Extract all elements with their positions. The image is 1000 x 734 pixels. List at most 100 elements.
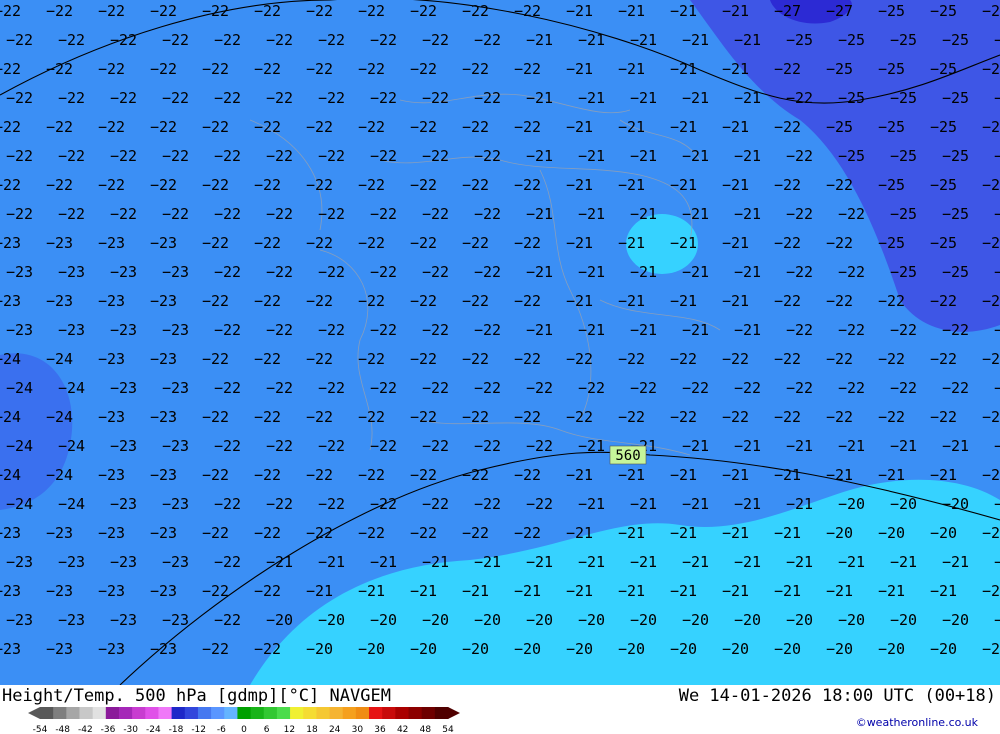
temperature-label: −22	[826, 350, 853, 368]
temperature-label: −23	[6, 321, 33, 339]
temperature-label: −25	[982, 234, 1000, 252]
temperature-label: −22	[254, 292, 281, 310]
temperature-label: −23	[162, 437, 189, 455]
temperature-label: −22	[890, 379, 917, 397]
temperature-label: −20	[630, 611, 657, 629]
temperature-label: −21	[890, 437, 917, 455]
temperature-label: −21	[942, 553, 969, 571]
temperature-label: −22	[410, 524, 437, 542]
temperature-label: −21	[670, 118, 697, 136]
temperature-label: −21	[266, 553, 293, 571]
temperature-label: −23	[0, 640, 21, 658]
temperature-label: −20	[670, 640, 697, 658]
map-datetime: We 14-01-2026 18:00 UTC (00+18)	[678, 686, 996, 706]
temperature-label: −20	[890, 611, 917, 629]
temperature-label: −22	[422, 147, 449, 165]
temperature-label: −22	[474, 89, 501, 107]
temperature-label: −22	[370, 263, 397, 281]
temperature-label: −23	[110, 437, 137, 455]
temperature-label: −21	[578, 263, 605, 281]
temperature-label: −25	[942, 263, 969, 281]
color-scale-cell	[158, 707, 173, 719]
temperature-label: −21	[942, 437, 969, 455]
temperature-label: −23	[0, 234, 21, 252]
temperature-label: −22	[306, 350, 333, 368]
temperature-label: −22	[514, 118, 541, 136]
temperature-label: −22	[410, 408, 437, 426]
temperature-label: −22	[6, 205, 33, 223]
temperature-label: −22	[46, 176, 73, 194]
temperature-label: −22	[878, 350, 905, 368]
temperature-label: −25	[930, 176, 957, 194]
temperature-label: −21	[786, 495, 813, 513]
temperature-label: −20	[578, 611, 605, 629]
temperature-label: −21	[878, 582, 905, 600]
color-scale-cell	[145, 707, 159, 719]
temperature-label: −22	[254, 524, 281, 542]
temperature-label: −22	[162, 147, 189, 165]
temperature-label: −22	[474, 31, 501, 49]
temperature-label: −25	[982, 2, 1000, 20]
temperature-label: −21	[682, 263, 709, 281]
temperature-label: −25	[982, 118, 1000, 136]
temperature-label: −22	[358, 60, 385, 78]
temperature-label: −21	[578, 89, 605, 107]
geopotential-label-560: 560	[609, 445, 647, 465]
temperature-label: −23	[150, 292, 177, 310]
temperature-label: −21	[734, 147, 761, 165]
color-scale-cell	[316, 707, 331, 719]
temperature-label: −20	[474, 611, 501, 629]
temperature-label: −22	[318, 263, 345, 281]
temperature-label: −22	[162, 205, 189, 223]
temperature-label: −25	[878, 118, 905, 136]
color-scale-cell	[408, 707, 423, 719]
temperature-label: −22	[214, 437, 241, 455]
temperature-label: −20	[838, 495, 865, 513]
temperature-label: −23	[150, 640, 177, 658]
temperature-label: −21	[526, 205, 553, 223]
temperature-label: −22	[370, 205, 397, 223]
temperature-label: −22	[202, 524, 229, 542]
temperature-label: −21	[630, 495, 657, 513]
temperature-label: −21	[670, 2, 697, 20]
temperature-label: −22	[266, 379, 293, 397]
temperature-label: −21	[670, 176, 697, 194]
temperature-label: −23	[162, 379, 189, 397]
color-scale-cell	[197, 707, 212, 719]
temperature-label: −24	[46, 408, 73, 426]
temperature-label: −21	[566, 118, 593, 136]
temperature-label: −23	[150, 234, 177, 252]
temperature-label: −21	[630, 321, 657, 339]
temperature-label: −22	[422, 321, 449, 339]
temperature-label: −21	[994, 553, 1000, 571]
temperature-label: −22	[422, 205, 449, 223]
temperature-label: −21	[930, 466, 957, 484]
temperature-label: −22	[266, 205, 293, 223]
temperature-label: −22	[514, 292, 541, 310]
temperature-label: −22	[734, 379, 761, 397]
temperature-label: −22	[318, 31, 345, 49]
footer-bar: Height/Temp. 500 hPa [gdmp][°C] NAVGEM W…	[0, 685, 1000, 734]
temperature-label: −21	[734, 495, 761, 513]
temperature-label: −22	[514, 524, 541, 542]
temperature-label: −22	[410, 60, 437, 78]
temperature-label: −20	[930, 524, 957, 542]
temperature-label: −21	[618, 176, 645, 194]
temperature-label: −23	[150, 524, 177, 542]
temperature-label: −22	[422, 31, 449, 49]
temperature-label: −22	[786, 379, 813, 397]
color-scale-cell	[40, 707, 54, 719]
temperature-label: −21	[566, 234, 593, 252]
credit-link[interactable]: ©weatheronline.co.uk	[856, 716, 978, 729]
temperature-label: −22	[474, 379, 501, 397]
temperature-label: −21	[358, 582, 385, 600]
temperature-label: −22	[370, 321, 397, 339]
temperature-label: −22	[254, 640, 281, 658]
color-scale-cell	[118, 707, 133, 719]
temperature-label: −21	[786, 437, 813, 455]
color-scale-cell	[66, 707, 80, 719]
temperature-label: −21	[578, 205, 605, 223]
temperature-label: −24	[58, 379, 85, 397]
temperature-label: −24	[46, 466, 73, 484]
temperature-label: −25	[982, 176, 1000, 194]
